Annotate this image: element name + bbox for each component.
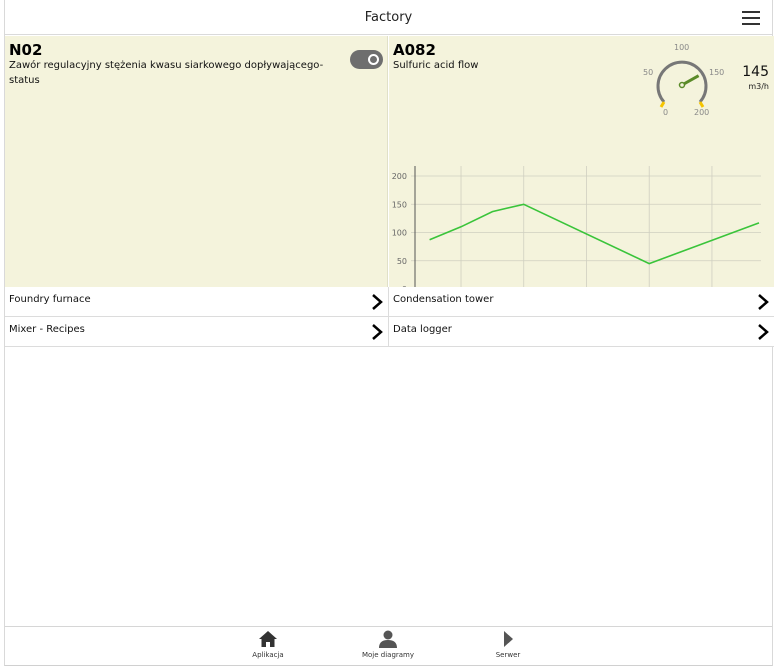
nav-label: Condensation tower [393, 294, 494, 305]
tile-n02[interactable]: N02 Zawór regulacyjny stężenia kwasu sia… [5, 36, 388, 287]
y-tick-label: 150 [392, 200, 407, 209]
bottom-nav-label: Moje diagramy [361, 651, 415, 659]
user-icon [379, 630, 397, 648]
flow-value: 145 [742, 64, 769, 80]
flow-chart: 05010015020018:0918:1018:1118:1218:13 [392, 166, 761, 287]
gauge-tick-50: 50 [643, 68, 653, 77]
tile-a082[interactable]: A082 Sulfuric acid flow 0 50 100 150 200… [389, 36, 774, 287]
top-bar: Factory [5, 0, 772, 35]
tile-code: A082 [393, 41, 436, 59]
gauge-tick-100: 100 [674, 43, 689, 52]
gauge-hub [678, 81, 686, 89]
nav-label: Data logger [393, 324, 452, 335]
y-tick-label: 50 [397, 257, 407, 266]
gauge-min-mark [659, 101, 666, 108]
tile-code: N02 [9, 41, 43, 59]
nav-data-logger[interactable]: Data logger [389, 317, 774, 347]
chevron-right-icon [372, 324, 383, 340]
nav-foundry-furnace[interactable]: Foundry furnace [5, 287, 389, 317]
bottom-nav-serwer[interactable]: Serwer [468, 629, 548, 665]
flow-gauge: 0 50 100 150 200 [643, 43, 724, 117]
bottom-nav: Aplikacja Moje diagramy Serwer [5, 626, 772, 665]
y-tick-label: 200 [392, 172, 407, 181]
bottom-nav-moje-diagramy[interactable]: Moje diagramy [348, 629, 428, 665]
series-line [429, 203, 760, 265]
page-title: Factory [364, 10, 413, 25]
app-window: Factory N02 Zawór regulacyjny stężenia k… [4, 0, 774, 666]
gauge-tick-150: 150 [709, 68, 724, 77]
gauge-tick-0: 0 [663, 108, 668, 117]
flow-unit: m3/h [748, 82, 769, 91]
nav-mixer-recipes[interactable]: Mixer - Recipes [5, 317, 389, 347]
chevron-right-icon [758, 324, 769, 340]
bottom-nav-label: Serwer [495, 651, 521, 659]
tile-description: Zawór regulacyjny stężenia kwasu siarkow… [9, 60, 324, 86]
flow-reading: 145 m3/h [742, 64, 769, 91]
status-toggle[interactable] [350, 50, 383, 69]
nav-condensation-tower[interactable]: Condensation tower [389, 287, 774, 317]
chevron-right-icon [758, 294, 769, 310]
home-icon [259, 631, 277, 647]
bottom-nav-label: Aplikacja [252, 651, 284, 659]
nav-label: Foundry furnace [9, 294, 91, 305]
gauge-tick-200: 200 [694, 108, 709, 117]
bottom-nav-aplikacja[interactable]: Aplikacja [228, 629, 308, 665]
toggle-knob [368, 54, 379, 65]
gauge-max-mark [698, 101, 705, 108]
play-icon [504, 631, 513, 647]
tile-description: Sulfuric acid flow [393, 60, 479, 71]
y-tick-label: 100 [392, 229, 407, 238]
chevron-right-icon [372, 294, 383, 310]
hamburger-menu-icon[interactable] [742, 11, 760, 25]
nav-label: Mixer - Recipes [9, 324, 85, 335]
